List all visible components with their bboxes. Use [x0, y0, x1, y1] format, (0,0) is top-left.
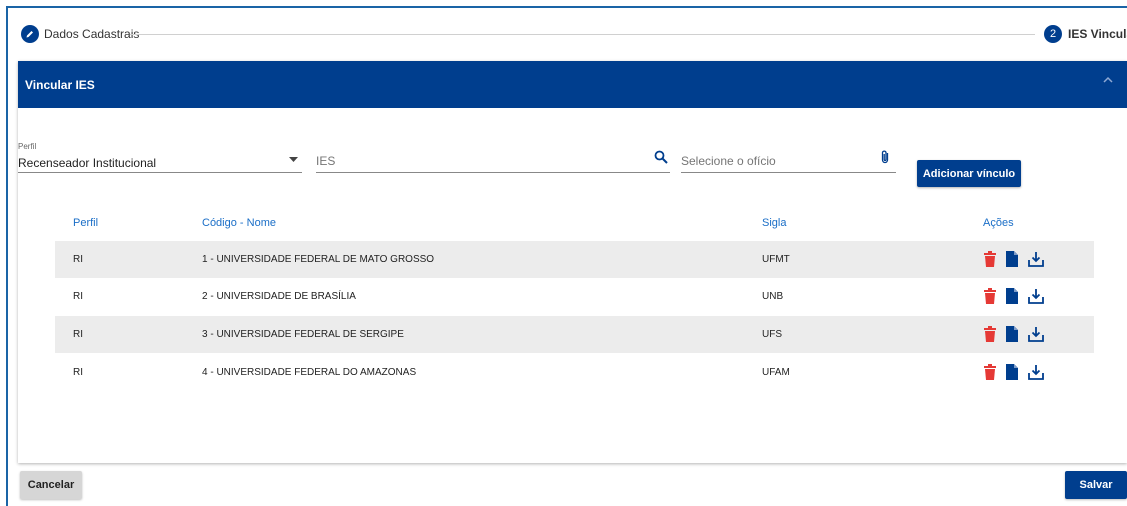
- perfil-select[interactable]: Recenseador Institucional: [18, 151, 302, 173]
- chevron-up-icon[interactable]: [1103, 75, 1113, 87]
- step-connector: [130, 34, 1035, 35]
- perfil-label: Perfil: [18, 142, 37, 151]
- column-header-acoes: Ações: [983, 217, 1014, 229]
- cell-nome: 4 - UNIVERSIDADE FEDERAL DO AMAZONAS: [202, 367, 417, 378]
- document-icon[interactable]: [1006, 364, 1022, 382]
- document-icon[interactable]: [1006, 288, 1022, 306]
- cell-nome: 1 - UNIVERSIDADE FEDERAL DE MATO GROSSO: [202, 254, 435, 265]
- cell-perfil: RI: [73, 291, 83, 302]
- pencil-icon: [26, 31, 33, 38]
- column-header-nome[interactable]: Código - Nome: [202, 217, 276, 229]
- download-icon[interactable]: [1028, 251, 1044, 269]
- cell-sigla: UFAM: [762, 367, 790, 378]
- step-1-label[interactable]: Dados Cadastrais: [44, 27, 139, 41]
- cell-sigla: UFMT: [762, 254, 790, 265]
- trash-icon[interactable]: [984, 364, 1000, 382]
- step-1-indicator[interactable]: [21, 25, 39, 43]
- step-2-number: 2: [1049, 28, 1057, 40]
- table-row: RI 3 - UNIVERSIDADE FEDERAL DE SERGIPE U…: [55, 316, 1094, 353]
- stepper: Dados Cadastrais 2 IES Vinculada: [18, 22, 1127, 46]
- table-row: RI 1 - UNIVERSIDADE FEDERAL DE MATO GROS…: [55, 241, 1094, 278]
- cell-nome: 3 - UNIVERSIDADE FEDERAL DE SERGIPE: [202, 329, 404, 340]
- step-2-label[interactable]: IES Vinculada: [1068, 27, 1127, 41]
- panel-title: Vincular IES: [25, 78, 95, 92]
- search-icon[interactable]: [654, 150, 668, 164]
- cell-sigla: UNB: [762, 291, 784, 302]
- column-header-sigla[interactable]: Sigla: [762, 217, 786, 229]
- save-button[interactable]: Salvar: [1065, 471, 1127, 499]
- oficio-input[interactable]: [681, 154, 871, 168]
- panel-header[interactable]: Vincular IES: [18, 61, 1127, 108]
- table-row: RI 4 - UNIVERSIDADE FEDERAL DO AMAZONAS …: [55, 354, 1094, 391]
- caret-down-icon: [289, 155, 298, 165]
- table-row: RI 2 - UNIVERSIDADE DE BRASÍLIA UNB: [55, 278, 1094, 315]
- trash-icon[interactable]: [984, 288, 1000, 306]
- ies-search-field[interactable]: [316, 150, 670, 173]
- cell-perfil: RI: [73, 254, 83, 265]
- cell-perfil: RI: [73, 367, 83, 378]
- document-icon[interactable]: [1006, 326, 1022, 344]
- cell-sigla: UFS: [762, 329, 782, 340]
- step-2-indicator[interactable]: 2: [1044, 25, 1062, 43]
- trash-icon[interactable]: [984, 326, 1000, 344]
- cell-nome: 2 - UNIVERSIDADE DE BRASÍLIA: [202, 291, 356, 302]
- download-icon[interactable]: [1028, 288, 1044, 306]
- cell-perfil: RI: [73, 329, 83, 340]
- paperclip-icon[interactable]: [879, 149, 891, 165]
- ies-input[interactable]: [316, 154, 636, 168]
- trash-icon[interactable]: [984, 251, 1000, 269]
- document-icon[interactable]: [1006, 251, 1022, 269]
- cancel-button[interactable]: Cancelar: [20, 471, 82, 499]
- download-icon[interactable]: [1028, 326, 1044, 344]
- column-header-perfil[interactable]: Perfil: [73, 217, 98, 229]
- perfil-selected-value: Recenseador Institucional: [18, 156, 157, 170]
- download-icon[interactable]: [1028, 364, 1044, 382]
- oficio-upload-field[interactable]: [681, 149, 896, 173]
- adicionar-vinculo-button[interactable]: Adicionar vínculo: [917, 160, 1021, 187]
